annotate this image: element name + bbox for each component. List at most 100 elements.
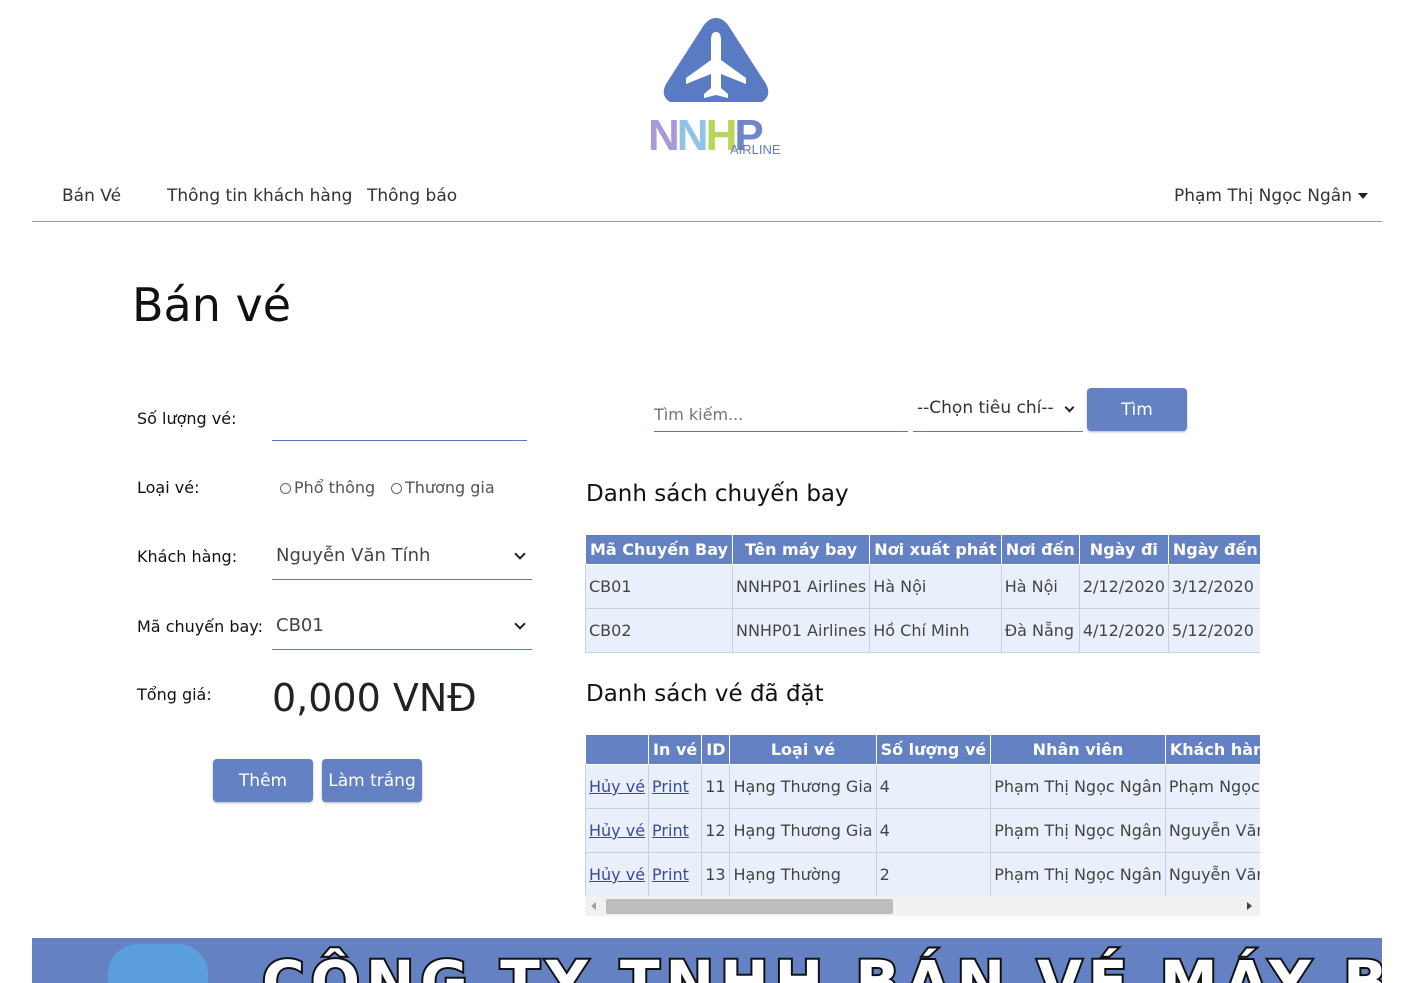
- nav-item-ban-ve[interactable]: Bán Vé: [62, 186, 121, 206]
- cell: Phạm Thị Ngọc Ngân: [990, 852, 1166, 896]
- col-print: In vé: [648, 734, 703, 765]
- customer-select-value: Nguyễn Văn Tính: [276, 545, 431, 566]
- top-navbar: Bán Vé Thông tin khách hàng Thông báo Ph…: [32, 170, 1382, 222]
- col-flight-code: Mã Chuyến Bay: [585, 534, 733, 565]
- nav-item-customer-info[interactable]: Thông tin khách hàng: [167, 186, 352, 206]
- table-row[interactable]: CB02 NNHP01 Airlines Hồ Chí Minh Đà Nẵng…: [585, 608, 1260, 653]
- user-menu[interactable]: Phạm Thị Ngọc Ngân: [1174, 186, 1368, 206]
- print-ticket-link[interactable]: Print: [652, 777, 689, 796]
- total-label: Tổng giá:: [137, 685, 212, 704]
- cell: Hạng Thường: [729, 852, 877, 896]
- caret-down-icon: [1358, 193, 1368, 199]
- quantity-label: Số lượng vé:: [137, 409, 237, 428]
- table-row[interactable]: CB01 NNHP01 Airlines Hà Nội Hà Nội 2/12/…: [585, 564, 1260, 609]
- airline-logo: NNHP AIRLINE: [646, 14, 786, 160]
- radio-icon: [280, 483, 291, 494]
- search-button[interactable]: Tìm: [1087, 388, 1187, 431]
- cell: Print: [648, 852, 703, 896]
- radio-economy[interactable]: Phổ thông: [280, 478, 375, 497]
- cell: 4: [875, 764, 992, 809]
- ticket-type-label: Loại vé:: [137, 478, 200, 497]
- print-ticket-link[interactable]: Print: [652, 821, 689, 840]
- page-title: Bán vé: [132, 278, 292, 332]
- nav-item-notifications[interactable]: Thông báo: [367, 186, 457, 206]
- cell: Hà Nội: [869, 564, 1002, 609]
- total-price: 0,000 VNĐ: [272, 676, 477, 720]
- cell: CB01: [585, 564, 733, 609]
- cell: Print: [648, 764, 703, 809]
- col-quantity: Số lượng vé: [875, 734, 992, 765]
- print-ticket-link[interactable]: Print: [652, 865, 689, 884]
- customer-label: Khách hàng:: [137, 547, 238, 566]
- col-plane-name: Tên máy bay: [731, 534, 871, 565]
- logo-letter: N: [676, 111, 709, 160]
- criteria-select-value: --Chọn tiêu chí--: [917, 398, 1054, 418]
- quantity-input[interactable]: [272, 396, 527, 441]
- cell: Phạm Ngọc: [1164, 764, 1260, 809]
- cell: 2: [875, 852, 992, 896]
- logo-subtitle: AIRLINE: [730, 142, 781, 157]
- flights-section-title: Danh sách chuyến bay: [586, 481, 849, 507]
- cell: Đà Nẵng: [1000, 608, 1080, 653]
- tickets-section-title: Danh sách vé đã đặt: [586, 681, 824, 707]
- chevron-down-icon: [514, 548, 526, 560]
- col-departure: Nơi xuất phát: [869, 534, 1002, 565]
- flight-code-label: Mã chuyến bay:: [137, 617, 263, 636]
- cell: Nguyễn Văn: [1164, 852, 1260, 896]
- scrollbar-thumb[interactable]: [606, 899, 893, 914]
- flight-code-select[interactable]: CB01: [272, 604, 532, 650]
- flight-code-select-value: CB01: [276, 615, 324, 636]
- cell: Hồ Chí Minh: [869, 608, 1002, 653]
- cell: Phạm Thị Ngọc Ngân: [990, 764, 1166, 809]
- tickets-table: In vé ID Loại vé Số lượng vé Nhân viên K…: [585, 734, 1260, 896]
- plane-logo-icon: [663, 18, 769, 102]
- table-row: Hủy vé Print 12 Hạng Thương Gia 4 Phạm T…: [585, 808, 1260, 853]
- cell: 11: [701, 764, 731, 809]
- horizontal-scrollbar[interactable]: [585, 896, 1260, 916]
- scroll-left-icon[interactable]: [591, 902, 596, 910]
- search-input[interactable]: [654, 388, 908, 432]
- cell: 12: [701, 808, 731, 853]
- cell: Nguyễn Văn: [1164, 808, 1260, 853]
- cancel-ticket-link[interactable]: Hủy vé: [589, 821, 645, 840]
- logo-letter: N: [648, 111, 680, 160]
- scroll-right-icon[interactable]: [1247, 902, 1252, 910]
- col-ticket-type: Loại vé: [729, 734, 877, 765]
- flights-table: Mã Chuyến Bay Tên máy bay Nơi xuất phát …: [585, 534, 1260, 653]
- col-cancel: [585, 734, 650, 765]
- cell: Hạng Thương Gia: [729, 764, 877, 809]
- cell: Hủy vé: [585, 808, 650, 853]
- radio-business[interactable]: Thương gia: [391, 478, 495, 497]
- banner-logo-icon: [108, 944, 208, 983]
- cell: Print: [648, 808, 703, 853]
- chevron-down-icon: [514, 618, 526, 630]
- table-row: Hủy vé Print 13 Hạng Thường 2 Phạm Thị N…: [585, 852, 1260, 896]
- cell: Hủy vé: [585, 852, 650, 896]
- cancel-ticket-link[interactable]: Hủy vé: [589, 777, 645, 796]
- cell: Hạng Thương Gia: [729, 808, 877, 853]
- cancel-ticket-link[interactable]: Hủy vé: [589, 865, 645, 884]
- add-button[interactable]: Thêm: [213, 759, 313, 802]
- radio-business-label: Thương gia: [405, 478, 495, 497]
- col-arrive-date: Ngày đến: [1167, 534, 1260, 565]
- cell: NNHP01 Airlines: [731, 608, 871, 653]
- cell: 5/12/2020: [1167, 608, 1260, 653]
- radio-icon: [391, 483, 402, 494]
- footer-banner: CÔNG TY TNHH BÁN VÉ MÁY BAY: [32, 938, 1382, 983]
- col-employee: Nhân viên: [990, 734, 1166, 765]
- cell: NNHP01 Airlines: [731, 564, 871, 609]
- criteria-select[interactable]: --Chọn tiêu chí--: [913, 388, 1083, 432]
- cell: CB02: [585, 608, 733, 653]
- cell: Hủy vé: [585, 764, 650, 809]
- customer-select[interactable]: Nguyễn Văn Tính: [272, 534, 532, 580]
- col-id: ID: [701, 734, 731, 765]
- table-row: Hủy vé Print 11 Hạng Thương Gia 4 Phạm T…: [585, 764, 1260, 809]
- col-customer: Khách hàng: [1164, 734, 1260, 765]
- clear-button[interactable]: Làm trắng: [322, 759, 422, 802]
- cell: 13: [701, 852, 731, 896]
- table-header-row: In vé ID Loại vé Số lượng vé Nhân viên K…: [585, 734, 1260, 765]
- col-depart-date: Ngày đi: [1078, 534, 1169, 565]
- cell: Phạm Thị Ngọc Ngân: [990, 808, 1166, 853]
- col-destination: Nơi đến: [1000, 534, 1080, 565]
- cell: 4/12/2020: [1078, 608, 1169, 653]
